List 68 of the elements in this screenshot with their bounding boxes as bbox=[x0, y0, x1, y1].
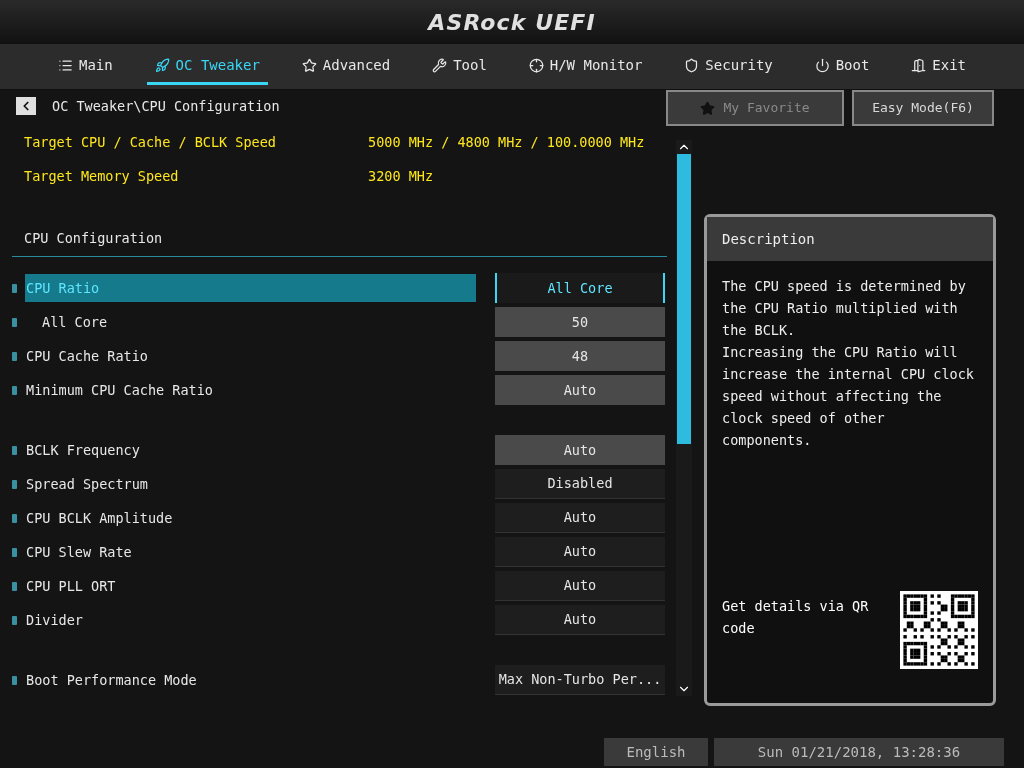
setting-row[interactable]: CPU Slew Rate bbox=[25, 538, 476, 566]
value-field[interactable]: Auto bbox=[495, 435, 665, 465]
setting-label: Boot Performance Mode bbox=[25, 670, 197, 690]
nav-tab[interactable]: H/W Monitor bbox=[520, 48, 651, 85]
setting-label: CPU Cache Ratio bbox=[25, 346, 148, 366]
setting-label: CPU PLL ORT bbox=[25, 576, 116, 596]
star-icon bbox=[700, 100, 716, 116]
scroll-thumb[interactable] bbox=[677, 154, 691, 444]
nav-tab[interactable]: Boot bbox=[806, 48, 878, 85]
value-dropdown[interactable]: Auto bbox=[495, 537, 665, 567]
description-text: The CPU speed is determined by the CPU Ratio multiplied with the BCLK. Increasing the CPU Ratio will increase the internal CPU clock speed without affecting the clock speed of other components. bbox=[721, 277, 975, 450]
breadcrumb: OC Tweaker\CPU Configuration bbox=[52, 96, 280, 116]
setting-row[interactable]: Spread Spectrum bbox=[25, 470, 476, 498]
bullet-icon bbox=[12, 581, 17, 591]
info-label: Target CPU / Cache / BCLK Speed bbox=[24, 132, 277, 152]
nav-tab[interactable]: Exit bbox=[903, 48, 974, 85]
setting-row[interactable]: CPU Cache Ratio bbox=[25, 342, 476, 370]
easy-mode-button[interactable]: Easy Mode(F6) bbox=[852, 90, 994, 126]
info-value: 5000 MHz / 4800 MHz / 100.0000 MHz bbox=[368, 132, 645, 152]
datetime: Sun 01/21/2018, 13:28:36 bbox=[714, 738, 1004, 766]
bullet-icon bbox=[12, 547, 17, 557]
value-dropdown[interactable]: Auto bbox=[495, 605, 665, 635]
value-field[interactable]: 48 bbox=[495, 341, 665, 371]
bullet-icon bbox=[12, 351, 17, 361]
nav-tab[interactable]: OC Tweaker bbox=[146, 48, 268, 85]
value-field[interactable]: 50 bbox=[495, 307, 665, 337]
bullet-icon bbox=[12, 445, 17, 455]
setting-row[interactable]: All Core bbox=[25, 308, 476, 336]
bullet-icon bbox=[12, 385, 17, 395]
setting-label: Spread Spectrum bbox=[25, 474, 148, 494]
setting-row[interactable]: Divider bbox=[25, 606, 476, 634]
nav-tab[interactable]: Main bbox=[50, 48, 121, 85]
setting-label: All Core bbox=[41, 312, 108, 332]
setting-label: CPU Ratio bbox=[25, 278, 100, 298]
info-value: 3200 MHz bbox=[368, 166, 434, 186]
bullet-icon bbox=[12, 317, 17, 327]
bullet-icon bbox=[12, 479, 17, 489]
description-title: Description bbox=[722, 229, 815, 249]
value-dropdown[interactable]: All Core bbox=[495, 273, 665, 303]
scrollbar[interactable] bbox=[676, 140, 692, 696]
language-button[interactable]: English bbox=[604, 738, 708, 766]
setting-label: CPU Slew Rate bbox=[25, 542, 132, 562]
info-label: Target Memory Speed bbox=[24, 166, 180, 186]
qr-hint: Get details via QR code bbox=[722, 597, 870, 638]
setting-row[interactable]: Boot Performance Mode bbox=[25, 666, 476, 694]
nav-tab[interactable]: Advanced bbox=[293, 48, 399, 85]
back-button[interactable] bbox=[16, 97, 36, 115]
section-title: CPU Configuration bbox=[24, 229, 163, 249]
value-dropdown[interactable]: Auto bbox=[495, 571, 665, 601]
nav-tab[interactable]: Security bbox=[676, 48, 781, 85]
nav-tab[interactable]: Tool bbox=[424, 48, 495, 85]
setting-row[interactable]: CPU PLL ORT bbox=[25, 572, 476, 600]
setting-label: CPU BCLK Amplitude bbox=[25, 508, 173, 528]
value-field[interactable]: Auto bbox=[495, 375, 665, 405]
setting-row[interactable]: BCLK Frequency bbox=[25, 436, 476, 464]
bullet-icon bbox=[12, 283, 17, 293]
setting-label: Divider bbox=[25, 610, 83, 630]
setting-row[interactable]: Minimum CPU Cache Ratio bbox=[25, 376, 476, 404]
bullet-icon bbox=[12, 615, 17, 625]
value-dropdown[interactable]: Auto bbox=[495, 503, 665, 533]
setting-row[interactable]: CPU BCLK Amplitude bbox=[25, 504, 476, 532]
logo: ASRock UEFI bbox=[428, 8, 596, 37]
bullet-icon bbox=[12, 675, 17, 685]
value-dropdown[interactable]: Disabled bbox=[495, 469, 665, 499]
value-dropdown[interactable]: Max Non-Turbo Per... bbox=[495, 665, 665, 695]
setting-label: BCLK Frequency bbox=[25, 440, 140, 460]
setting-label: Minimum CPU Cache Ratio bbox=[25, 380, 213, 400]
bullet-icon bbox=[12, 513, 17, 523]
